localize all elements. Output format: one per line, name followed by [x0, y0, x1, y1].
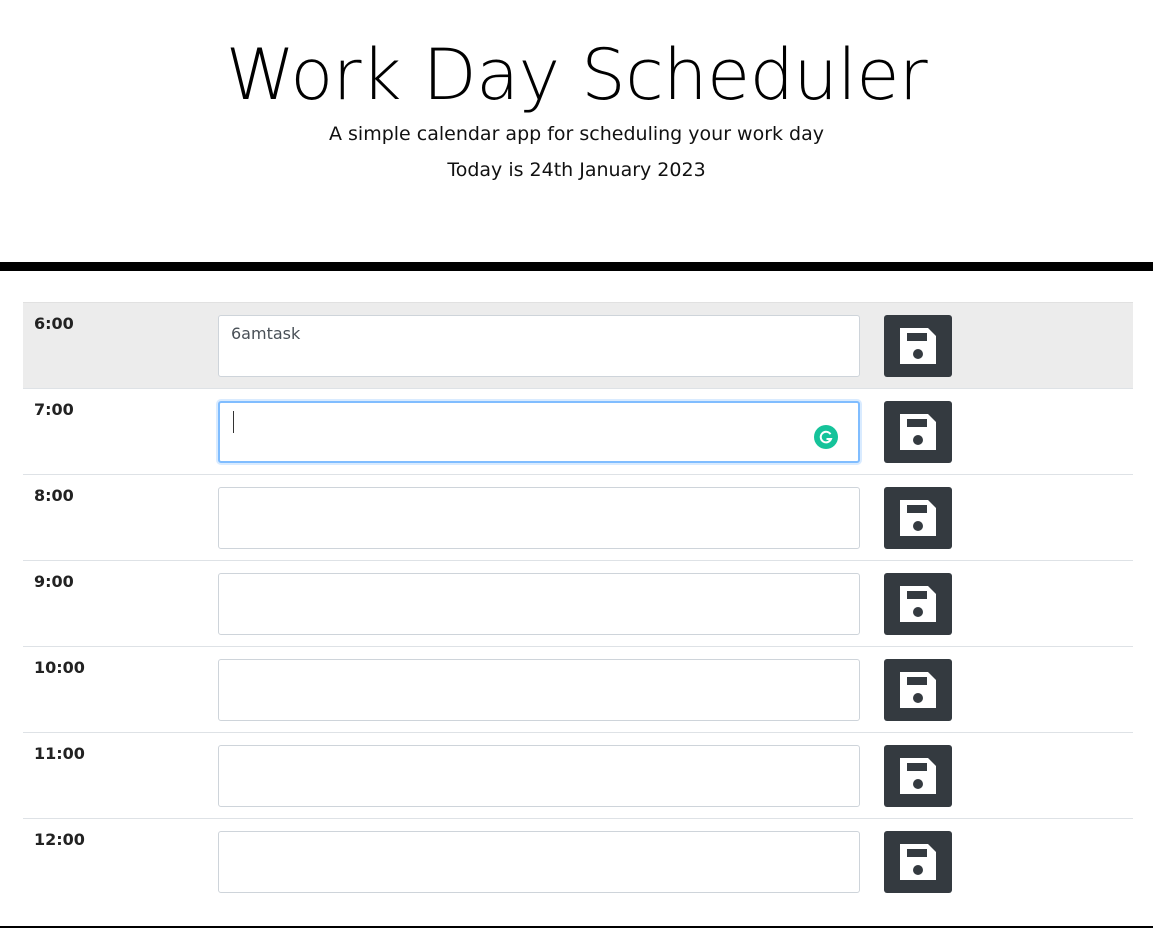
- task-input[interactable]: [218, 831, 860, 893]
- page-subtitle: A simple calendar app for scheduling you…: [328, 123, 825, 145]
- schedule-container: 6:00 6amtask 7:00 8:00 9:00 10:00 11:00 …: [23, 302, 1133, 904]
- time-block-8: 8:00: [23, 474, 1133, 560]
- save-button[interactable]: [884, 745, 952, 807]
- page-title: Work Day Scheduler: [225, 34, 928, 116]
- hour-label: 11:00: [34, 744, 85, 763]
- save-button[interactable]: [884, 401, 952, 463]
- task-input[interactable]: [218, 745, 860, 807]
- current-day: Today is 24th January 2023: [447, 159, 706, 181]
- floppy-disk-icon: [900, 586, 936, 622]
- floppy-disk-icon: [900, 758, 936, 794]
- time-block-12: 12:00: [23, 818, 1133, 904]
- save-button[interactable]: [884, 315, 952, 377]
- floppy-disk-icon: [900, 844, 936, 880]
- time-block-9: 9:00: [23, 560, 1133, 646]
- header: Work Day Scheduler A simple calendar app…: [0, 0, 1153, 271]
- hour-label: 6:00: [34, 314, 74, 333]
- save-button[interactable]: [884, 659, 952, 721]
- text-caret: [233, 411, 234, 433]
- time-block-10: 10:00: [23, 646, 1133, 732]
- floppy-disk-icon: [900, 672, 936, 708]
- grammarly-icon[interactable]: [814, 425, 838, 449]
- task-input[interactable]: 6amtask: [218, 315, 860, 377]
- hour-label: 9:00: [34, 572, 74, 591]
- hour-label: 12:00: [34, 830, 85, 849]
- hour-label: 10:00: [34, 658, 85, 677]
- save-button[interactable]: [884, 573, 952, 635]
- time-block-7: 7:00: [23, 388, 1133, 474]
- floppy-disk-icon: [900, 328, 936, 364]
- floppy-disk-icon: [900, 414, 936, 450]
- hour-label: 8:00: [34, 486, 74, 505]
- floppy-disk-icon: [900, 500, 936, 536]
- task-input[interactable]: [218, 487, 860, 549]
- task-input[interactable]: [218, 401, 860, 463]
- save-button[interactable]: [884, 831, 952, 893]
- time-block-6: 6:00 6amtask: [23, 302, 1133, 388]
- save-button[interactable]: [884, 487, 952, 549]
- hour-label: 7:00: [34, 400, 74, 419]
- task-input[interactable]: [218, 659, 860, 721]
- time-block-11: 11:00: [23, 732, 1133, 818]
- task-input[interactable]: [218, 573, 860, 635]
